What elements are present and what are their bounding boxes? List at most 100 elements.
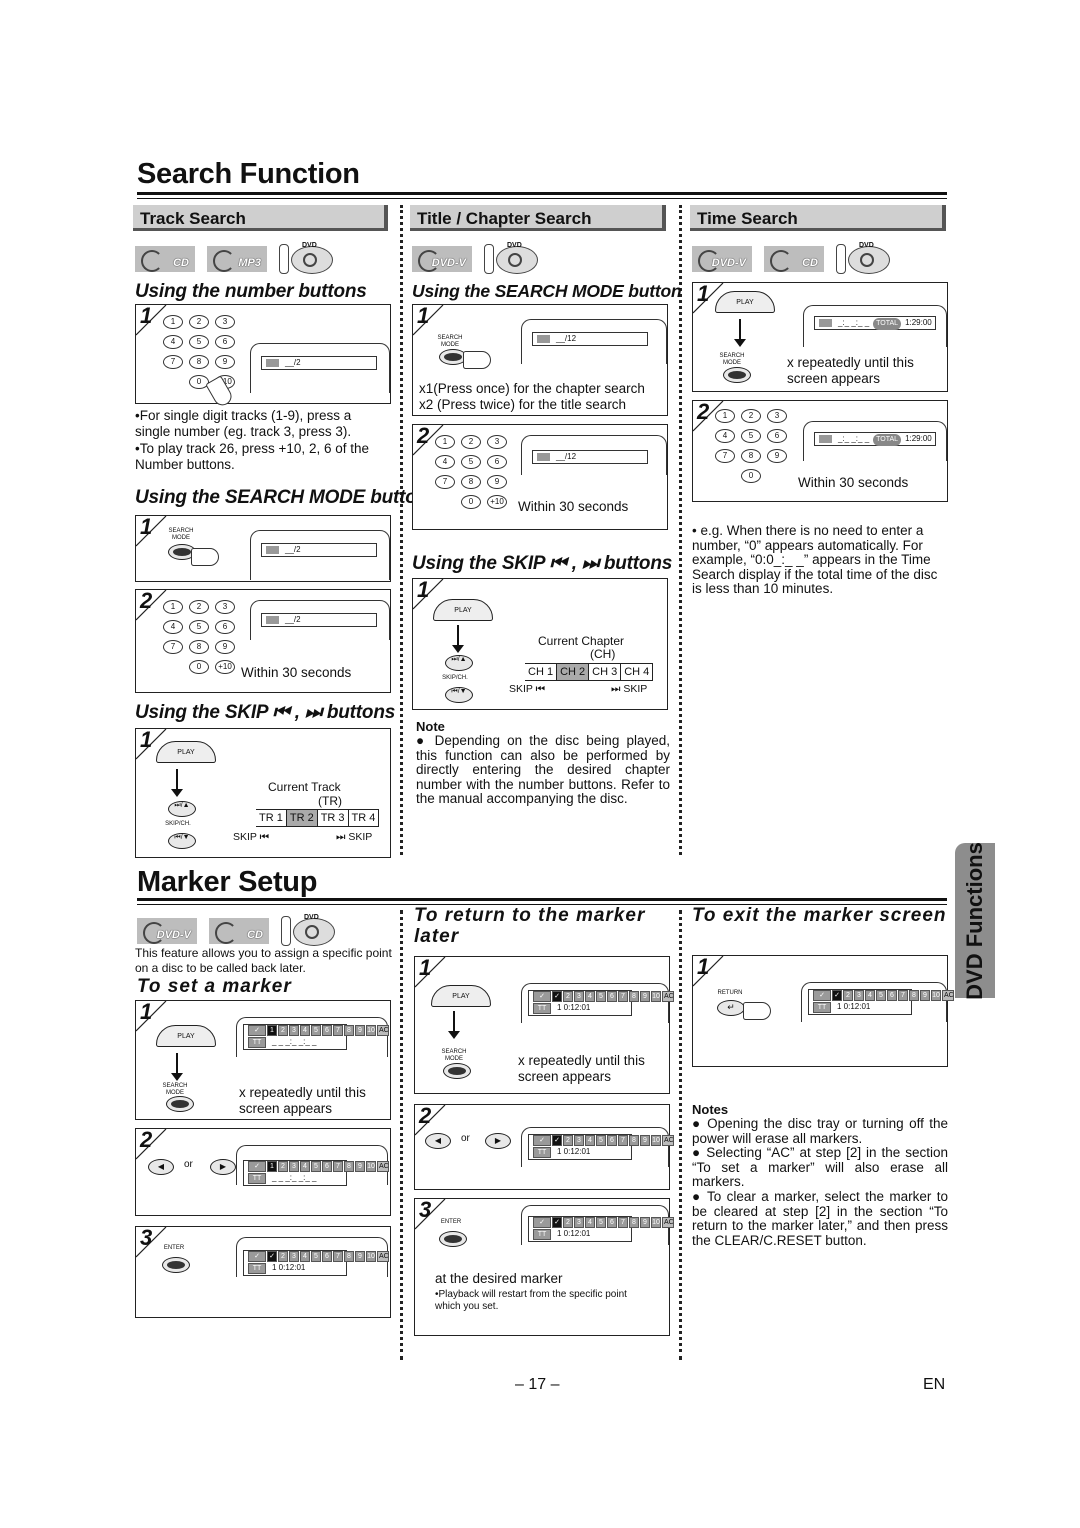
marker-slot[interactable]: 8	[629, 1135, 639, 1146]
number-keypad[interactable]: 123 456 789 0 +10	[163, 315, 241, 389]
marker-slot[interactable]: 4	[585, 991, 595, 1002]
marker-slot[interactable]: 3	[574, 1135, 584, 1146]
marker-slot[interactable]: 9	[920, 990, 930, 1001]
marker-slot[interactable]: 4	[300, 1251, 310, 1262]
key-3[interactable]: 3	[215, 315, 235, 329]
marker-slot[interactable]: 10	[366, 1161, 376, 1172]
right-arrow-button[interactable]: ▶	[210, 1159, 236, 1175]
key-9[interactable]: 9	[215, 640, 235, 654]
marker-slot[interactable]: 2	[843, 990, 853, 1001]
marker-slot[interactable]: 10	[366, 1025, 376, 1036]
marker-slot[interactable]: 7	[333, 1251, 343, 1262]
marker-slot[interactable]: 9	[355, 1025, 365, 1036]
key-4[interactable]: 4	[715, 429, 735, 443]
marker-slot[interactable]: 7	[898, 990, 908, 1001]
skip-next-button[interactable]: ⏭/▲	[168, 801, 196, 817]
marker-slot[interactable]: 1	[267, 1025, 277, 1036]
marker-slot[interactable]: ✓	[552, 1135, 562, 1146]
marker-clear-all[interactable]: AC	[662, 991, 674, 1002]
key-8[interactable]: 8	[189, 640, 209, 654]
play-button[interactable]: PLAY	[431, 985, 491, 1007]
marker-slot[interactable]: 2	[563, 1217, 573, 1228]
key-5[interactable]: 5	[741, 429, 761, 443]
left-arrow-button[interactable]: ◀	[425, 1133, 451, 1149]
marker-slot[interactable]: 6	[322, 1161, 332, 1172]
marker-slot[interactable]: 9	[640, 1217, 650, 1228]
key-plus10[interactable]: +10	[487, 495, 507, 509]
marker-slot[interactable]: 8	[909, 990, 919, 1001]
marker-slot[interactable]: 3	[574, 991, 584, 1002]
enter-button[interactable]	[439, 1231, 467, 1247]
number-keypad[interactable]: 123 456 789 0 +10	[163, 600, 241, 674]
marker-slot[interactable]: 8	[344, 1161, 354, 1172]
skip-prev-button[interactable]: ⏮/▼	[445, 687, 473, 703]
marker-slot[interactable]: 10	[931, 990, 941, 1001]
key-8[interactable]: 8	[189, 355, 209, 369]
key-8[interactable]: 8	[741, 449, 761, 463]
marker-clear-all[interactable]: AC	[377, 1251, 389, 1262]
key-4[interactable]: 4	[163, 620, 183, 634]
key-9[interactable]: 9	[487, 475, 507, 489]
return-button[interactable]: ↵	[717, 1000, 745, 1016]
number-keypad[interactable]: 123 456 789 0	[715, 409, 793, 483]
key-8[interactable]: 8	[461, 475, 481, 489]
marker-slot[interactable]: 10	[366, 1251, 376, 1262]
marker-slot[interactable]: 5	[311, 1251, 321, 1262]
marker-slot[interactable]: 6	[887, 990, 897, 1001]
marker-slot[interactable]: 10	[651, 1135, 661, 1146]
marker-slot[interactable]: 2	[278, 1025, 288, 1036]
marker-slot[interactable]: 8	[629, 1217, 639, 1228]
marker-slot[interactable]: 7	[618, 1135, 628, 1146]
marker-slot[interactable]: 9	[355, 1251, 365, 1262]
marker-slot[interactable]: 5	[311, 1161, 321, 1172]
key-2[interactable]: 2	[189, 315, 209, 329]
marker-slot[interactable]: 7	[333, 1161, 343, 1172]
key-0[interactable]: 0	[189, 660, 209, 674]
marker-slot[interactable]: 9	[640, 991, 650, 1002]
play-button[interactable]: PLAY	[433, 599, 493, 621]
key-7[interactable]: 7	[163, 640, 183, 654]
marker-slot[interactable]: 3	[574, 1217, 584, 1228]
marker-slot[interactable]: 8	[344, 1251, 354, 1262]
play-button[interactable]: PLAY	[715, 291, 775, 313]
marker-clear-all[interactable]: AC	[377, 1025, 389, 1036]
marker-slot[interactable]: 3	[289, 1025, 299, 1036]
marker-slot[interactable]: 10	[651, 991, 661, 1002]
key-7[interactable]: 7	[163, 355, 183, 369]
marker-slot[interactable]: 7	[618, 991, 628, 1002]
key-7[interactable]: 7	[435, 475, 455, 489]
play-button[interactable]: PLAY	[156, 741, 216, 763]
key-5[interactable]: 5	[189, 335, 209, 349]
search-mode-button[interactable]	[166, 1096, 194, 1112]
key-2[interactable]: 2	[461, 435, 481, 449]
marker-slot[interactable]: 5	[311, 1025, 321, 1036]
marker-slot[interactable]: ✓	[552, 991, 562, 1002]
number-keypad[interactable]: 123 456 789 0 +10	[435, 435, 513, 509]
marker-clear-all[interactable]: AC	[377, 1161, 389, 1172]
marker-slot[interactable]: 5	[596, 1217, 606, 1228]
left-arrow-button[interactable]: ◀	[148, 1159, 174, 1175]
marker-slot[interactable]: 6	[607, 1217, 617, 1228]
marker-clear-all[interactable]: AC	[662, 1135, 674, 1146]
marker-slot[interactable]: 5	[596, 991, 606, 1002]
marker-slot[interactable]: 1	[267, 1161, 277, 1172]
key-9[interactable]: 9	[215, 355, 235, 369]
marker-slot[interactable]: 7	[618, 1217, 628, 1228]
key-9[interactable]: 9	[767, 449, 787, 463]
key-0[interactable]: 0	[461, 495, 481, 509]
search-mode-button[interactable]	[443, 1063, 471, 1079]
key-3[interactable]: 3	[767, 409, 787, 423]
search-mode-button[interactable]	[723, 367, 751, 383]
marker-clear-all[interactable]: AC	[942, 990, 954, 1001]
marker-slot[interactable]: ✓	[832, 990, 842, 1001]
marker-slot[interactable]: 4	[585, 1217, 595, 1228]
key-0[interactable]: 0	[741, 469, 761, 483]
skip-prev-button[interactable]: ⏮/▼	[168, 833, 196, 849]
marker-slot[interactable]: 4	[300, 1025, 310, 1036]
key-1[interactable]: 1	[715, 409, 735, 423]
key-6[interactable]: 6	[767, 429, 787, 443]
key-3[interactable]: 3	[215, 600, 235, 614]
key-5[interactable]: 5	[461, 455, 481, 469]
key-1[interactable]: 1	[163, 600, 183, 614]
marker-slot[interactable]: 9	[355, 1161, 365, 1172]
